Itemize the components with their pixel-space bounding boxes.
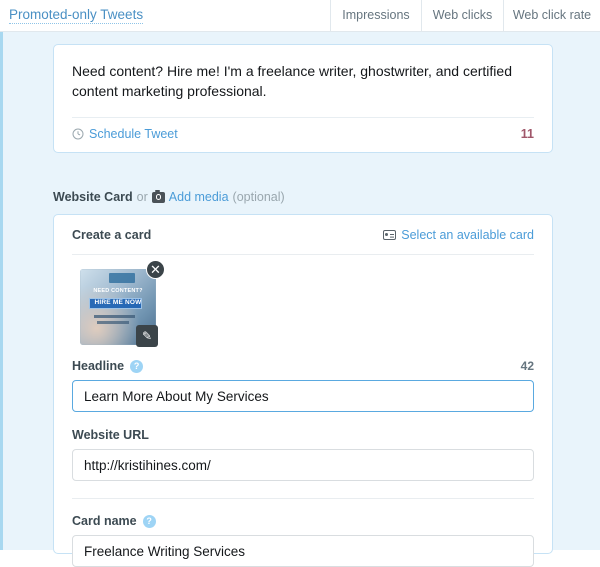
card-name-label: Card name xyxy=(72,514,137,528)
headline-character-count: 42 xyxy=(520,359,534,373)
website-card-title: Website Card xyxy=(53,190,133,204)
card-image-thumbnail-wrapper: NEED CONTENT? HIRE ME NOW ✕ ✎ xyxy=(80,260,165,347)
website-url-input[interactable] xyxy=(72,449,534,481)
thumbnail-band-sub-1 xyxy=(93,314,135,318)
character-count: 11 xyxy=(520,127,534,141)
headline-field: Headline ? 42 xyxy=(72,359,534,412)
select-available-card-link[interactable]: Select an available card xyxy=(383,228,534,242)
card-name-field: Card name ? xyxy=(72,514,534,567)
top-metrics-bar: Promoted-only Tweets Impressions Web cli… xyxy=(0,0,600,32)
or-separator: or xyxy=(136,190,148,204)
column-header-impressions[interactable]: Impressions xyxy=(330,0,421,31)
composer-page-body: Need content? Hire me! I'm a freelance w… xyxy=(0,32,600,567)
card-stack-icon xyxy=(383,230,397,240)
card-name-label-row: Card name ? xyxy=(72,514,534,528)
card-header-divider xyxy=(72,254,534,255)
tweet-compose-panel: Need content? Hire me! I'm a freelance w… xyxy=(53,44,553,153)
select-available-card-label: Select an available card xyxy=(401,228,534,242)
headline-input[interactable] xyxy=(72,380,534,412)
tweet-text[interactable]: Need content? Hire me! I'm a freelance w… xyxy=(54,45,552,103)
schedule-tweet-label: Schedule Tweet xyxy=(89,127,178,141)
edit-image-button[interactable]: ✎ xyxy=(136,325,158,347)
column-header-web-clicks[interactable]: Web clicks xyxy=(421,0,503,31)
card-fields-divider xyxy=(72,498,534,499)
website-card-label-row: Website Card or Add media (optional) xyxy=(53,189,285,204)
headline-help-icon[interactable]: ? xyxy=(130,359,144,373)
thumbnail-band-sub-2 xyxy=(96,320,129,324)
card-name-input[interactable] xyxy=(72,535,534,567)
clock-icon xyxy=(72,128,84,140)
create-card-header: Create a card Select an available card xyxy=(72,215,534,254)
remove-image-button[interactable]: ✕ xyxy=(146,260,165,279)
thumbnail-overlay-line-2: HIRE ME NOW xyxy=(94,299,142,307)
headline-label: Headline xyxy=(72,359,125,373)
camera-icon xyxy=(151,189,165,203)
website-url-label: Website URL xyxy=(72,428,149,442)
promoted-only-tweets-link[interactable]: Promoted-only Tweets xyxy=(9,7,144,24)
add-media-link[interactable]: Add media xyxy=(169,190,229,204)
create-card-heading: Create a card xyxy=(72,228,152,242)
website-url-label-row: Website URL xyxy=(72,428,534,442)
headline-label-row: Headline ? 42 xyxy=(72,359,534,373)
schedule-tweet-button[interactable]: Schedule Tweet xyxy=(72,127,178,141)
thumbnail-overlay-line-1: NEED CONTENT? xyxy=(93,288,143,294)
thumbnail-band-top xyxy=(108,272,135,284)
website-url-field: Website URL xyxy=(72,428,534,481)
create-card-panel: Create a card Select an available card N… xyxy=(53,214,553,567)
tweet-footer: Schedule Tweet 11 xyxy=(54,118,552,152)
card-name-help-icon[interactable]: ? xyxy=(142,514,156,528)
optional-note: (optional) xyxy=(232,190,285,204)
column-header-web-click-rate[interactable]: Web click rate xyxy=(503,0,600,31)
